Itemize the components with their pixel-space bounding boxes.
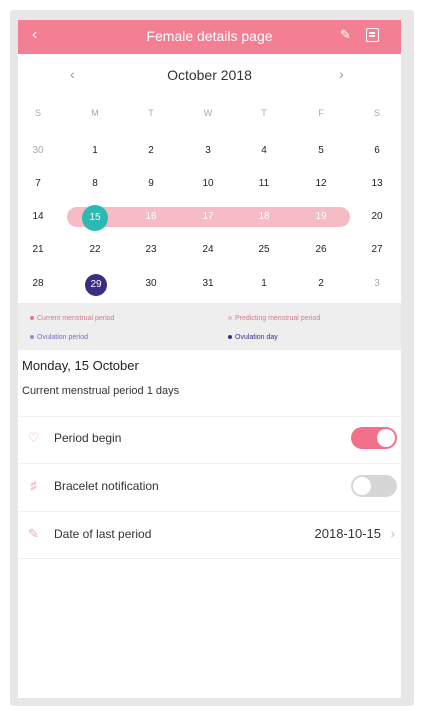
last-period-label: Date of last period: [54, 527, 152, 541]
day-cell[interactable]: 11: [249, 174, 279, 194]
day-cell[interactable]: 1: [249, 274, 279, 294]
weekday-wed: W: [203, 108, 213, 118]
day-cell[interactable]: 24: [193, 240, 223, 260]
day-cell[interactable]: 3: [362, 274, 392, 294]
bell-icon: ♯: [30, 478, 37, 493]
day-cell[interactable]: 10: [193, 174, 223, 194]
last-period-row[interactable]: ✎ Date of last period 2018-10-15 ›: [18, 514, 401, 554]
today-marker[interactable]: 15: [82, 205, 108, 231]
edit-icon[interactable]: ✎: [340, 27, 351, 43]
calendar-icon[interactable]: [366, 28, 379, 42]
period-begin-toggle[interactable]: [351, 427, 397, 449]
toggle-knob: [377, 429, 395, 447]
day-cell[interactable]: 22: [80, 240, 110, 260]
day-cell[interactable]: 27: [362, 240, 392, 260]
day-cell[interactable]: 5: [306, 141, 336, 161]
legend: Current menstrual period Predicting mens…: [18, 303, 401, 350]
divider: [18, 558, 401, 559]
day-cell[interactable]: 25: [249, 240, 279, 260]
day-cell[interactable]: 23: [136, 240, 166, 260]
divider: [18, 511, 401, 512]
legend-item: Predicting menstrual period: [228, 315, 320, 322]
day-cell-period[interactable]: 16: [136, 207, 166, 227]
day-cell[interactable]: 26: [306, 240, 336, 260]
weekday-fri: F: [318, 108, 324, 118]
day-cell[interactable]: 3: [193, 141, 223, 161]
divider: [18, 463, 401, 464]
drop-icon: ♡: [27, 430, 40, 445]
day-cell[interactable]: 12: [306, 174, 336, 194]
bracelet-notification-toggle[interactable]: [351, 475, 397, 497]
day-cell[interactable]: 31: [193, 274, 223, 294]
day-cell[interactable]: 7: [23, 174, 53, 194]
day-cell[interactable]: 8: [80, 174, 110, 194]
day-cell-period[interactable]: 17: [193, 207, 223, 227]
weekday-thu: T: [261, 108, 267, 118]
legend-dot-icon: [228, 335, 232, 340]
day-cell[interactable]: 28: [23, 274, 53, 294]
day-cell[interactable]: 2: [136, 141, 166, 161]
legend-dot-icon: [30, 335, 34, 340]
day-cell-period[interactable]: 18: [249, 207, 279, 227]
next-month-icon[interactable]: ›: [339, 66, 344, 82]
last-period-value: 2018-10-15: [314, 526, 382, 541]
day-cell-period[interactable]: 19: [306, 207, 336, 227]
day-cell[interactable]: 9: [136, 174, 166, 194]
header-bar: ‹ Female details page ✎: [18, 20, 401, 54]
bracelet-notification-label: Bracelet notification: [54, 479, 159, 493]
period-begin-label: Period begin: [54, 431, 122, 445]
day-cell[interactable]: 2: [306, 274, 336, 294]
weekday-mon: M: [91, 108, 99, 118]
day-cell[interactable]: 14: [23, 207, 53, 227]
day-cell[interactable]: 13: [362, 174, 392, 194]
day-cell[interactable]: 30: [136, 274, 166, 294]
selected-date: Monday, 15 October: [22, 358, 139, 373]
ovulation-day-marker[interactable]: 29: [85, 274, 107, 296]
legend-dot-icon: [228, 316, 232, 321]
weekday-sat: S: [373, 108, 380, 118]
day-cell[interactable]: 30: [23, 141, 53, 161]
day-cell[interactable]: 21: [23, 240, 53, 260]
legend-item: Ovulation day: [228, 334, 278, 341]
day-cell[interactable]: 4: [249, 141, 279, 161]
weekday-sun: S: [34, 108, 41, 118]
period-begin-row: ♡ Period begin: [18, 418, 401, 458]
legend-dot-icon: [30, 316, 34, 321]
day-cell[interactable]: 20: [362, 207, 392, 227]
chevron-right-icon: ›: [390, 526, 395, 541]
toggle-knob: [353, 477, 371, 495]
month-nav: ‹ October 2018 ›: [18, 64, 401, 88]
day-cell[interactable]: 1: [80, 141, 110, 161]
calendar-edit-icon: ✎: [28, 526, 39, 541]
legend-item: Ovulation period: [30, 334, 88, 341]
weekday-tue: T: [148, 108, 154, 118]
bracelet-notification-row: ♯ Bracelet notification: [18, 466, 401, 506]
day-cell[interactable]: 6: [362, 141, 392, 161]
period-status: Current menstrual period 1 days: [22, 385, 180, 397]
legend-item: Current menstrual period: [30, 315, 114, 322]
phone-screen: ‹ Female details page ✎ ‹ October 2018 ›…: [18, 20, 401, 698]
divider: [18, 416, 401, 417]
